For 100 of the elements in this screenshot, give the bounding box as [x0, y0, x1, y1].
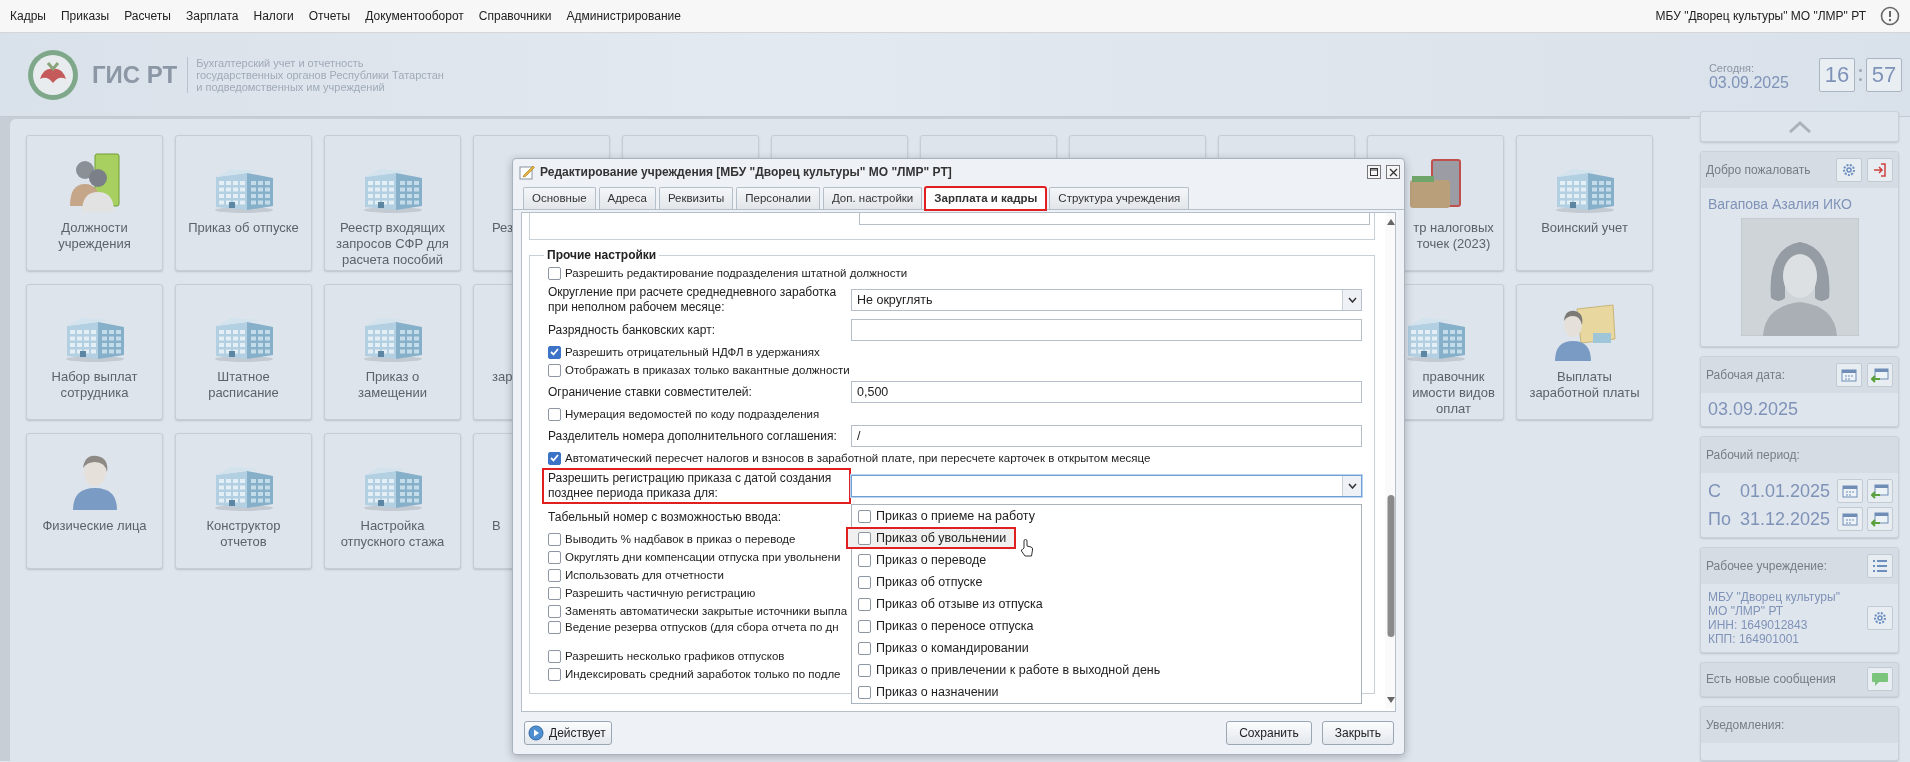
menu-item[interactable]: Кадры [10, 9, 46, 23]
messages-button[interactable] [1867, 667, 1893, 692]
dropdown-option[interactable]: Приказ о привлечении к работе в выходной день [852, 659, 1361, 681]
menu-item[interactable]: Расчеты [124, 9, 171, 23]
menu-item[interactable]: Налоги [253, 9, 294, 23]
calendar-button[interactable] [1837, 479, 1863, 504]
menu-item[interactable]: Администрирование [566, 9, 681, 23]
dropdown-option[interactable]: Приказ о приеме на работу [852, 505, 1361, 527]
field-label: Ограничение ставки совместителей: [548, 384, 753, 400]
dropdown-option[interactable]: Приказ о назначении [852, 681, 1361, 703]
checkbox[interactable] [548, 451, 561, 465]
checkbox[interactable] [548, 667, 561, 681]
dropdown-option[interactable]: Приказ о переносе отпуска [852, 615, 1361, 637]
dialog-button[interactable]: Сохранить [1226, 721, 1312, 745]
menu-tile[interactable]: Физические лица [26, 433, 163, 569]
checkbox[interactable] [858, 685, 871, 699]
checkbox[interactable] [858, 641, 871, 655]
calendar-icon [1842, 484, 1858, 499]
menu-item[interactable]: Справочники [478, 9, 552, 23]
maximize-icon [1370, 168, 1378, 176]
settings-button[interactable] [1836, 158, 1862, 183]
tab[interactable]: Доп. настройки [822, 187, 923, 209]
checkbox[interactable] [548, 649, 561, 663]
checkbox[interactable] [548, 532, 561, 546]
tab[interactable]: Структура учреждения [1049, 187, 1190, 209]
chevron-up-icon[interactable] [1787, 120, 1812, 133]
dropdown-option[interactable]: Приказ о командировании [852, 637, 1361, 659]
menu-tile[interactable]: Конструктор отчетов [175, 433, 312, 569]
input-field[interactable] [851, 319, 1362, 341]
clock-alert-icon[interactable] [1880, 6, 1900, 26]
work-date: 03.09.2025 [1707, 398, 1800, 422]
menu-tile[interactable]: Должности учреждения [26, 135, 163, 271]
checkbox[interactable] [858, 619, 871, 633]
menu-tile[interactable]: Набор выплат сотрудника [26, 284, 163, 420]
close-button[interactable] [1386, 165, 1400, 179]
menu-tile[interactable]: Приказ об отпуске [175, 135, 312, 271]
settings-button[interactable] [1867, 606, 1893, 631]
checkbox[interactable] [548, 345, 561, 359]
calendar-icon [1841, 368, 1857, 383]
checkbox[interactable] [858, 663, 871, 677]
dropdown-option[interactable]: Приказ об отзыве из отпуска [852, 593, 1361, 615]
checkbox[interactable] [858, 531, 871, 545]
dropdown-option[interactable]: Приказ об отпуске [852, 571, 1361, 593]
dialog-title: Редактирование учреждения [МБУ "Дворец культуры" МО "ЛМР" РТ] [540, 165, 953, 179]
logo-text: ГИС РТ [92, 60, 178, 89]
clock-minutes: 57 [1866, 57, 1902, 92]
menu-item[interactable]: Зарплата [185, 9, 239, 23]
tab[interactable]: Основные [523, 187, 596, 209]
chat-icon [1871, 671, 1889, 687]
checkbox[interactable] [858, 509, 871, 523]
calendar-button[interactable] [1837, 507, 1863, 532]
menu-tile[interactable]: Реестр входящих запросов СФР для расчета пособий [324, 135, 461, 271]
menu-item[interactable]: Отчеты [308, 9, 351, 23]
tab[interactable]: Адреса [598, 187, 656, 209]
maximize-button[interactable] [1367, 165, 1381, 179]
checkbox[interactable] [548, 586, 561, 600]
calendar-reset-button[interactable] [1867, 507, 1893, 532]
organization-info: ИНН: 1649012843 [1708, 618, 1809, 633]
calendar-reset-button[interactable] [1867, 363, 1893, 388]
checkbox[interactable] [548, 407, 561, 421]
menu-tile[interactable]: Настройка отпускного стажа [324, 433, 461, 569]
select-field[interactable] [851, 475, 1362, 497]
dialog-button[interactable]: Закрыть [1321, 721, 1394, 745]
edit-icon [519, 164, 535, 180]
calendar-button[interactable] [1836, 363, 1862, 388]
checkbox[interactable] [858, 575, 871, 589]
tab[interactable]: Персоналии [736, 187, 820, 209]
period-prefix: По [1708, 508, 1732, 530]
tab[interactable]: Реквизиты [658, 187, 734, 209]
card-title: Уведомления: [1706, 717, 1786, 732]
input-field[interactable]: 0,500 [851, 381, 1362, 403]
scrollbar-drawing[interactable] [1385, 213, 1395, 709]
checkbox[interactable] [858, 553, 871, 567]
checkbox[interactable] [548, 568, 561, 582]
calendar-reset-button[interactable] [1867, 479, 1893, 504]
menu-item[interactable]: Приказы [60, 9, 110, 23]
menu-tile[interactable]: Приказ о замещении [324, 284, 461, 420]
menu-tile[interactable]: Воинский учет [1516, 135, 1653, 271]
logout-button[interactable] [1867, 158, 1893, 183]
input-field[interactable]: / [851, 425, 1362, 447]
checkbox[interactable] [548, 621, 561, 634]
menu-item[interactable]: Документооборот [365, 9, 464, 23]
select-field[interactable]: Не округлять [851, 289, 1362, 311]
checkbox[interactable] [548, 604, 561, 618]
checkbox[interactable] [858, 597, 871, 611]
tab[interactable]: Зарплата и кадры [925, 187, 1047, 210]
menu-tile[interactable]: Выплаты заработной платы [1516, 284, 1653, 420]
checkbox[interactable] [548, 550, 561, 564]
period-date: 31.12.2025 [1740, 508, 1832, 530]
list-button[interactable] [1867, 554, 1893, 579]
close-icon [1388, 167, 1398, 177]
today-label: Сегодня: [1708, 61, 1756, 74]
checkbox[interactable] [548, 266, 561, 280]
dropdown-option[interactable]: Приказ о переводе [852, 549, 1361, 571]
card-title: Рабочее учреждение: [1706, 559, 1828, 574]
status-button[interactable]: Действует [524, 721, 612, 745]
dropdown-option[interactable]: Приказ об увольнении [846, 527, 1017, 549]
card-title: Рабочая дата: [1706, 368, 1787, 383]
checkbox[interactable] [548, 363, 561, 377]
menu-tile[interactable]: Штатное расписание [175, 284, 312, 420]
